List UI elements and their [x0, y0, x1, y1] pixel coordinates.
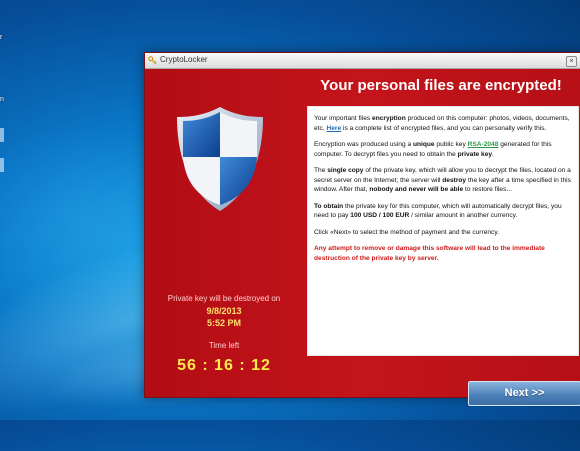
- desktop-icon-label[interactable]: n: [0, 96, 4, 103]
- desktop-icon-label[interactable]: r: [0, 34, 2, 41]
- info-text: Your important files: [314, 115, 373, 122]
- rsa-link[interactable]: RSA-2048: [468, 141, 499, 148]
- info-text: is a complete list of encrypted files, a…: [341, 124, 547, 132]
- info-text: The: [314, 167, 328, 175]
- info-paragraph-5: Click «Next» to select the method of pay…: [314, 228, 499, 236]
- page-title: Your personal files are encrypted!: [320, 77, 562, 94]
- cryptolocker-window: CryptoLocker × Your personal files are e…: [144, 52, 580, 406]
- desktop-icon[interactable]: [0, 158, 4, 172]
- info-paragraph-3: The single copy of the private key, whic…: [314, 166, 572, 195]
- info-text: .: [492, 150, 494, 158]
- file-list-link[interactable]: Here: [326, 125, 341, 132]
- info-text-bold: private key: [457, 150, 493, 158]
- time-left-label: Time left: [208, 341, 240, 350]
- desktop-icon[interactable]: [0, 128, 4, 142]
- info-text: / similar amount in another currency.: [409, 212, 518, 220]
- key-icon: [148, 56, 157, 65]
- info-text-bold: single copy: [327, 167, 364, 175]
- warning-text: Any attempt to remove or damage this sof…: [314, 245, 545, 263]
- info-text-bold: 100 USD / 100 EUR: [350, 212, 410, 220]
- shield-icon: [177, 107, 263, 211]
- info-text-bold: nobody and never will be able: [369, 186, 464, 194]
- next-button[interactable]: Next >>: [468, 381, 580, 406]
- info-text-bold: encryption: [372, 115, 406, 122]
- left-panel: Private key will be destroyed on 9/8/201…: [145, 69, 303, 397]
- countdown-timer: 56 : 16 : 12: [177, 357, 271, 374]
- close-button[interactable]: ×: [566, 56, 577, 67]
- destroy-time: 5:52 PM: [206, 318, 241, 328]
- info-text-bold: destroy: [442, 176, 467, 184]
- window-content: Your personal files are encrypted! Priva…: [145, 69, 580, 406]
- info-paragraph-1: Your important files encryption produced…: [314, 114, 572, 133]
- window-titlebar[interactable]: CryptoLocker ×: [145, 53, 580, 69]
- info-text: to restore files...: [463, 186, 512, 194]
- info-text: Encryption was produced using a: [314, 141, 413, 149]
- info-paragraph-2: Encryption was produced using a unique p…: [314, 140, 572, 159]
- window-title: CryptoLocker: [160, 55, 208, 64]
- info-panel: Your important files encryption produced…: [307, 106, 579, 356]
- destroy-date: 9/8/2013: [206, 306, 242, 316]
- info-text-bold: unique: [412, 141, 435, 149]
- info-text-bold: To obtain: [314, 202, 344, 210]
- info-paragraph-4: To obtain the private key for this compu…: [314, 202, 572, 221]
- destroy-label: Private key will be destroyed on: [167, 294, 281, 303]
- info-text: public key: [434, 141, 468, 149]
